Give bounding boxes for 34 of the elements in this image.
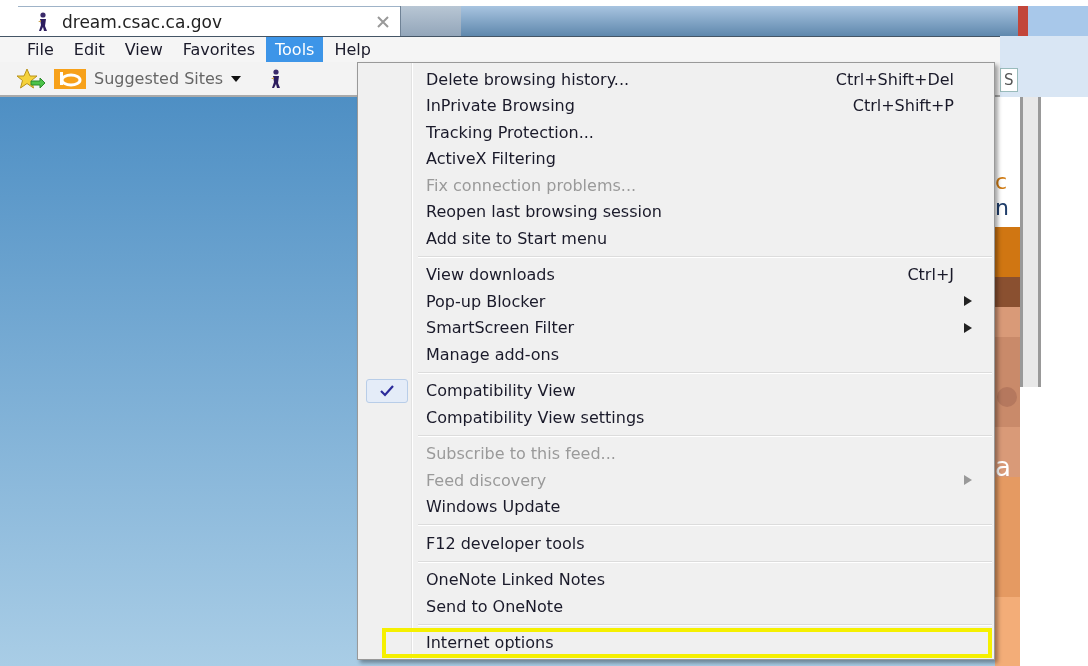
menu-bar-item[interactable]: File bbox=[18, 37, 63, 62]
menu-item[interactable]: Compatibility View settings bbox=[358, 404, 994, 431]
menu-item[interactable]: Send to OneNote bbox=[358, 593, 994, 620]
menu-item[interactable]: Compatibility View bbox=[358, 377, 994, 404]
menu-item[interactable]: Manage add-ons bbox=[358, 341, 994, 368]
menu-item[interactable]: Reopen last browsing session bbox=[358, 198, 994, 225]
menu-item[interactable]: Pop-up Blocker bbox=[358, 288, 994, 315]
search-field[interactable]: S bbox=[1000, 67, 1018, 92]
heading-letter: n bbox=[995, 195, 1010, 221]
banner-letter: a bbox=[995, 452, 1011, 482]
add-favorite-icon[interactable] bbox=[16, 67, 46, 90]
menu-item[interactable]: Internet options bbox=[384, 629, 990, 656]
new-tab[interactable] bbox=[400, 6, 461, 36]
dropdown-caret-icon bbox=[231, 75, 242, 82]
menu-item[interactable]: Add site to Start menu bbox=[358, 225, 994, 252]
menu-bar-item[interactable]: View bbox=[115, 37, 172, 62]
menu-bar-item[interactable]: Help bbox=[325, 37, 380, 62]
menu-item[interactable]: Delete browsing history... Ctrl+Shift+Del bbox=[358, 66, 994, 93]
menu-item[interactable]: View downloads Ctrl+J bbox=[358, 261, 994, 288]
banner bbox=[995, 227, 1020, 277]
menu-item[interactable]: Windows Update bbox=[358, 493, 994, 520]
menu-item[interactable]: Tracking Protection... bbox=[358, 119, 994, 146]
menu-item[interactable]: SmartScreen Filter bbox=[358, 314, 994, 341]
menu-bar-item[interactable]: Favorites bbox=[173, 37, 264, 62]
suggested-sites-button[interactable]: Suggested Sites bbox=[54, 68, 242, 89]
close-icon[interactable] bbox=[376, 14, 390, 29]
figure-icon bbox=[36, 11, 50, 32]
menu-item[interactable]: ActiveX Filtering bbox=[358, 145, 994, 172]
menu-item[interactable]: InPrivate Browsing Ctrl+Shift+P bbox=[358, 92, 994, 119]
menu-bar-item[interactable]: Edit bbox=[64, 37, 114, 62]
heading-letter: c bbox=[995, 169, 1009, 195]
tab-title: dream.csac.ca.gov bbox=[62, 11, 224, 32]
menu-item[interactable]: OneNote Linked Notes bbox=[358, 566, 994, 593]
menu-item[interactable]: F12 developer tools bbox=[358, 530, 994, 557]
